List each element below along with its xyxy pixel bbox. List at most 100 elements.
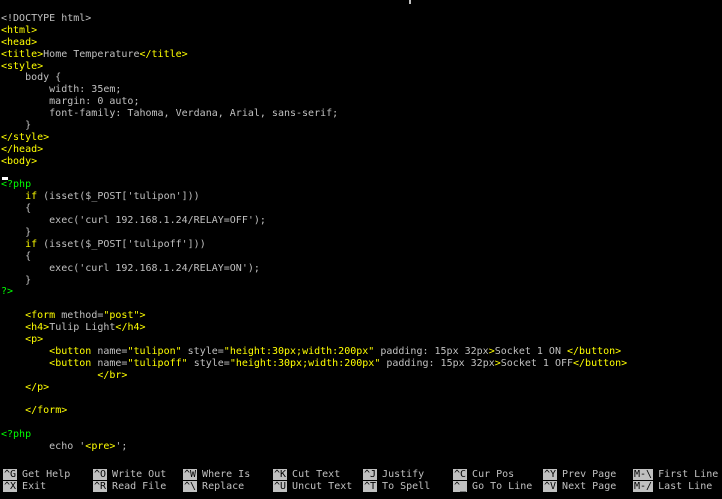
shortcut-key: ^Y: [543, 469, 558, 480]
code-token: <body>: [1, 155, 38, 167]
shortcut-key: ^T: [363, 481, 378, 492]
code-token: body {: [1, 72, 62, 84]
code-token: </br>: [97, 369, 128, 381]
code-line: font-family: Tahoma, Verdana, Arial, san…: [1, 108, 719, 120]
shortcut-item[interactable]: ^W Where Is: [183, 469, 250, 481]
code-line: <head>: [1, 37, 719, 49]
shortcut-key: ^U: [273, 481, 288, 492]
code-token: font-family: Tahoma, Verdana, Arial, san…: [1, 108, 339, 120]
shortcut-label: Exit: [22, 481, 47, 492]
shortcut-item[interactable]: ^X Exit: [3, 481, 46, 493]
code-line: </form>: [1, 405, 719, 417]
code-line: body {: [1, 72, 719, 84]
shortcut-label: To Spell: [382, 481, 431, 492]
code-line: <?php: [1, 179, 719, 191]
code-line: {: [1, 251, 719, 263]
code-token: }: [1, 120, 32, 132]
shortcut-label: Next Page: [562, 481, 617, 492]
code-line: }: [1, 275, 719, 287]
shortcut-label: Cut Text: [292, 469, 341, 480]
shortcut-key: ^W: [183, 469, 198, 480]
shortcut-item[interactable]: ^T To Spell: [363, 481, 430, 493]
code-token: exec('curl 192.168.1.24/RELAY=OFF');: [1, 215, 266, 227]
code-token: <p>: [25, 334, 44, 346]
code-line: if (isset($_POST['tulipon'])): [1, 191, 719, 203]
code-line: ?>: [1, 286, 719, 298]
shortcut-key: ^G: [3, 469, 18, 480]
shortcut-key: ^V: [543, 481, 558, 492]
code-token: </style>: [1, 131, 50, 143]
shortcut-key: ^_: [453, 481, 468, 492]
code-line: <button name="tulipon" style="height:30p…: [1, 346, 719, 358]
code-line: <?php: [1, 429, 719, 441]
shortcut-item[interactable]: ^R Read File: [93, 481, 166, 493]
code-line: exec('curl 192.168.1.24/RELAY=ON');: [1, 263, 719, 275]
shortcut-item[interactable]: ^V Next Page: [543, 481, 616, 493]
code-line: <body>: [1, 156, 719, 168]
code-line: <html>: [1, 25, 719, 37]
shortcut-label: First Line: [658, 469, 719, 480]
code-token: if: [25, 191, 38, 203]
shortcut-item[interactable]: ^Y Prev Page: [543, 469, 616, 481]
code-token: "tulipoff": [127, 357, 188, 369]
code-token: style=: [187, 357, 230, 369]
code-token: margin: 0 auto;: [1, 96, 140, 108]
shortcut-label: Get Help: [22, 469, 71, 480]
shortcut-item[interactable]: ^C Cur Pos: [453, 469, 514, 481]
shortcut-label: Prev Page: [562, 469, 617, 480]
code-token: </form>: [25, 405, 68, 417]
code-line: <h4>Tulip Light</h4>: [1, 322, 719, 334]
shortcut-item[interactable]: M-\ First Line: [633, 469, 718, 481]
code-line: </p>: [1, 382, 719, 394]
code-token: name=: [91, 345, 128, 357]
code-line: <style>: [1, 61, 719, 73]
shortcut-label: Read File: [112, 481, 167, 492]
code-token: <button: [49, 357, 92, 369]
shortcut-item[interactable]: ^O Write Out: [93, 469, 166, 481]
editor-text-area[interactable]: <!DOCTYPE html> <html> <head> <title>Home T…: [1, 13, 719, 465]
shortcut-label: Go To Line: [472, 481, 533, 492]
code-token: <?php: [1, 429, 32, 441]
code-token: width: 35em;: [1, 84, 122, 96]
code-token: style=: [181, 345, 224, 357]
code-token: <form: [25, 310, 56, 322]
code-token: if: [25, 238, 38, 250]
terminal-top-border: [0, 0, 722, 4]
code-token: <style>: [1, 60, 44, 72]
code-line: margin: 0 auto;: [1, 96, 719, 108]
code-token: {: [1, 203, 32, 215]
shortcut-item[interactable]: ^K Cut Text: [273, 469, 340, 481]
shortcut-item[interactable]: ^J Justify: [363, 469, 424, 481]
code-token: (isset($_POST['tulipoff'])): [37, 238, 206, 250]
shortcut-item[interactable]: ^G Get Help: [3, 469, 70, 481]
code-line: }: [1, 227, 719, 239]
shortcut-item[interactable]: ^U Uncut Text: [273, 481, 352, 493]
shortcut-label: Justify: [382, 469, 425, 480]
code-token: </button>: [566, 345, 622, 357]
code-token: <h4>: [25, 322, 50, 334]
shortcut-item[interactable]: ^_ Go To Line: [453, 481, 532, 493]
code-line: <button name="tulipoff" style="height:30…: [1, 358, 719, 370]
shortcut-item[interactable]: M-/ Last Line: [633, 481, 712, 493]
code-line: if (isset($_POST['tulipoff'])): [1, 239, 719, 251]
code-token: </p>: [25, 381, 50, 393]
code-token: </h4>: [115, 322, 146, 334]
code-token: "post": [103, 310, 140, 322]
code-token: }: [1, 227, 32, 239]
code-token: exec('curl 192.168.1.24/RELAY=ON');: [1, 262, 260, 274]
shortcut-item[interactable]: ^\ Replace: [183, 481, 244, 493]
code-token: >: [139, 310, 146, 322]
code-token: Socket 1 ON: [494, 345, 567, 357]
code-token: ?>: [1, 286, 14, 298]
code-token: Socket 1 OFF: [500, 357, 574, 369]
